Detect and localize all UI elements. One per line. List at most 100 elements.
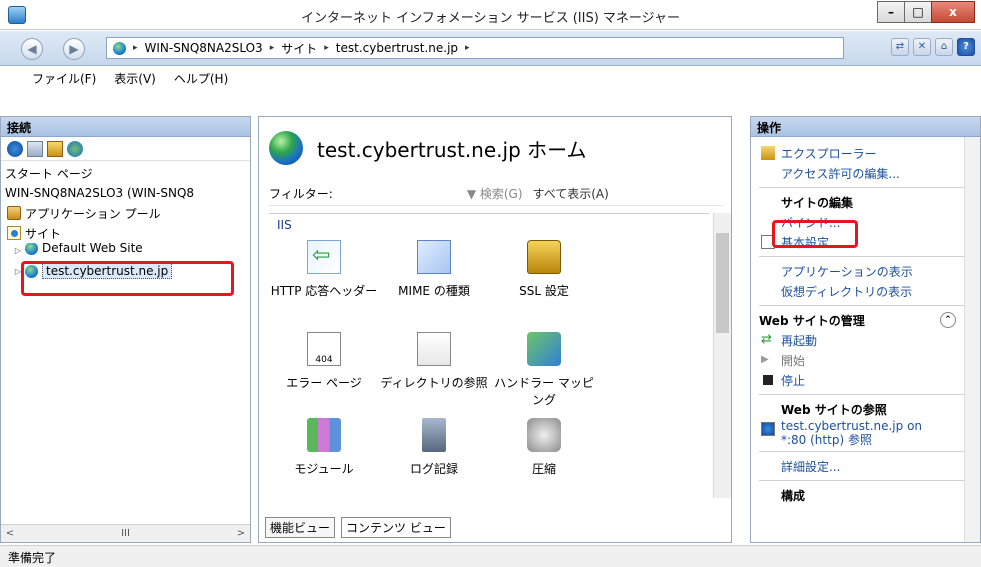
- tree-label: サイト: [25, 226, 62, 241]
- forward-button[interactable]: ▶: [63, 38, 85, 60]
- divider: [759, 480, 970, 481]
- horizontal-scrollbar[interactable]: < III >: [1, 524, 250, 542]
- title-bar: インターネット インフォメーション サービス (IIS) マネージャー – □ …: [0, 0, 981, 30]
- action-explorer[interactable]: エクスプローラー: [759, 143, 970, 163]
- menu-help[interactable]: ヘルプ(H): [172, 70, 230, 87]
- section-edit-site: サイトの編集: [781, 195, 854, 210]
- breadcrumb-server[interactable]: WIN-SNQ8NA2SLO3: [145, 41, 263, 55]
- show-all-button[interactable]: すべて表示(A): [533, 185, 609, 202]
- action-label: *:80 (http) 参照: [781, 433, 872, 447]
- stop-icon: [763, 375, 773, 385]
- connect-icon[interactable]: [7, 140, 23, 157]
- features-scrollbar[interactable]: [713, 213, 731, 498]
- collapse-icon[interactable]: ⌃: [940, 312, 956, 328]
- feature-handler-mappings[interactable]: ハンドラー マッピング: [489, 332, 599, 408]
- action-edit-permissions[interactable]: アクセス許可の編集...: [759, 163, 970, 183]
- address-bar: ◀ ▶ ▸ WIN-SNQ8NA2SLO3 ▸ サイト ▸ test.cyber…: [0, 31, 981, 66]
- feature-directory-browsing[interactable]: ディレクトリの参照: [379, 332, 489, 391]
- action-stop[interactable]: 停止: [759, 370, 970, 390]
- logging-icon: [422, 418, 446, 452]
- scroll-left-icon[interactable]: <: [1, 528, 19, 539]
- home-icon[interactable]: ⌂: [935, 38, 953, 56]
- close-button[interactable]: x: [931, 1, 975, 23]
- tree-server[interactable]: WIN-SNQ8NA2SLO3 (WIN-SNQ8: [1, 183, 250, 203]
- action-label: エクスプローラー: [781, 146, 877, 161]
- up-folder-icon[interactable]: [47, 140, 63, 157]
- tree-label: スタート ページ: [5, 166, 93, 181]
- stop-icon[interactable]: ✕: [913, 38, 931, 56]
- action-advanced-settings[interactable]: 詳細設定...: [759, 456, 970, 476]
- action-label: アクセス許可の編集...: [781, 166, 900, 181]
- explorer-icon: [761, 146, 775, 160]
- menu-file[interactable]: ファイル(F): [30, 70, 98, 87]
- feature-compression[interactable]: 圧縮: [489, 418, 599, 477]
- feature-logging[interactable]: ログ記録: [379, 418, 489, 477]
- divider: [759, 394, 970, 395]
- action-label: 開始: [781, 353, 806, 368]
- action-view-applications[interactable]: アプリケーションの表示: [759, 261, 970, 281]
- action-browse-link[interactable]: test.cybertrust.ne.jp on *:80 (http) 参照: [759, 419, 970, 447]
- sites-folder-icon: [7, 226, 21, 240]
- breadcrumb[interactable]: ▸ WIN-SNQ8NA2SLO3 ▸ サイト ▸ test.cybertrus…: [106, 37, 844, 59]
- group-label: IIS: [277, 218, 292, 232]
- feature-label: ハンドラー マッピング: [494, 376, 594, 407]
- filter-label: フィルター:: [269, 187, 333, 201]
- feature-label: HTTP 応答ヘッダー: [270, 284, 378, 298]
- tree-app-pools[interactable]: アプリケーション プール: [1, 203, 250, 223]
- section-browse-site: Web サイトの参照: [781, 402, 887, 417]
- handler-mappings-icon: [527, 332, 561, 366]
- scroll-thumb[interactable]: III: [117, 528, 135, 539]
- app-pool-icon: [7, 206, 21, 220]
- page-title: test.cybertrust.ne.jp ホーム: [269, 131, 587, 165]
- section-label: Web サイトの管理: [759, 313, 865, 328]
- mime-types-icon: [417, 240, 451, 274]
- minimize-button[interactable]: –: [877, 1, 905, 23]
- breadcrumb-sites[interactable]: サイト: [281, 40, 317, 57]
- filter-input[interactable]: [336, 184, 457, 203]
- tree-start-page[interactable]: スタート ページ: [1, 163, 250, 183]
- tree-default-site[interactable]: ▷ Default Web Site: [1, 243, 250, 255]
- action-label: 仮想ディレクトリの表示: [781, 284, 913, 299]
- feature-mime-types[interactable]: MIME の種類: [379, 240, 489, 299]
- compression-icon: [527, 418, 561, 452]
- breadcrumb-separator: ▸: [133, 43, 138, 53]
- action-label: test.cybertrust.ne.jp on: [781, 419, 923, 433]
- feature-label: 圧縮: [531, 462, 556, 476]
- globe-icon: [113, 41, 126, 55]
- search-button[interactable]: ▼ 検索(G): [467, 185, 523, 202]
- menu-view[interactable]: 表示(V): [112, 70, 158, 87]
- feature-error-pages[interactable]: 404 エラー ページ: [269, 332, 379, 391]
- tree-sites[interactable]: サイト: [1, 223, 250, 243]
- feature-label: ログ記録: [409, 462, 458, 476]
- feature-http-response-headers[interactable]: HTTP 応答ヘッダー: [269, 240, 379, 299]
- connect-icon[interactable]: ⇄: [891, 38, 909, 56]
- feature-modules[interactable]: モジュール: [269, 418, 379, 477]
- save-icon[interactable]: [27, 140, 43, 157]
- divider: [759, 305, 970, 306]
- action-label: 再起動: [781, 333, 818, 348]
- feature-label: MIME の種類: [398, 284, 470, 298]
- scroll-thumb[interactable]: [716, 233, 729, 333]
- breadcrumb-site[interactable]: test.cybertrust.ne.jp: [336, 41, 458, 55]
- tab-features-view[interactable]: 機能ビュー: [265, 517, 336, 538]
- expand-icon[interactable]: ▷: [13, 246, 23, 255]
- connections-panel: 接続 スタート ページ WIN-SNQ8NA2SLO3 (WIN-SNQ8 アプ…: [0, 116, 251, 543]
- scroll-right-icon[interactable]: >: [232, 528, 250, 539]
- address-toolbar: ⇄ ✕ ⌂ ?: [891, 38, 975, 56]
- divider: [759, 187, 970, 188]
- feature-ssl-settings[interactable]: SSL 設定: [489, 240, 599, 299]
- actions-scrollbar[interactable]: [964, 137, 980, 542]
- maximize-button[interactable]: □: [904, 1, 932, 23]
- start-icon: ▶: [761, 354, 769, 365]
- disconnect-icon[interactable]: [67, 140, 83, 157]
- action-view-virtual-dirs[interactable]: 仮想ディレクトリの表示: [759, 281, 970, 301]
- window-title: インターネット インフォメーション サービス (IIS) マネージャー: [300, 11, 681, 26]
- directory-browsing-icon: [417, 332, 451, 366]
- show-all-label: すべて表示(A): [532, 187, 609, 201]
- action-restart[interactable]: ⇄ 再起動: [759, 330, 970, 350]
- ssl-settings-icon: [527, 240, 561, 274]
- back-button[interactable]: ◀: [21, 38, 43, 60]
- connections-header: 接続: [1, 117, 250, 137]
- help-icon[interactable]: ?: [957, 38, 975, 56]
- tab-content-view[interactable]: コンテンツ ビュー: [341, 517, 451, 538]
